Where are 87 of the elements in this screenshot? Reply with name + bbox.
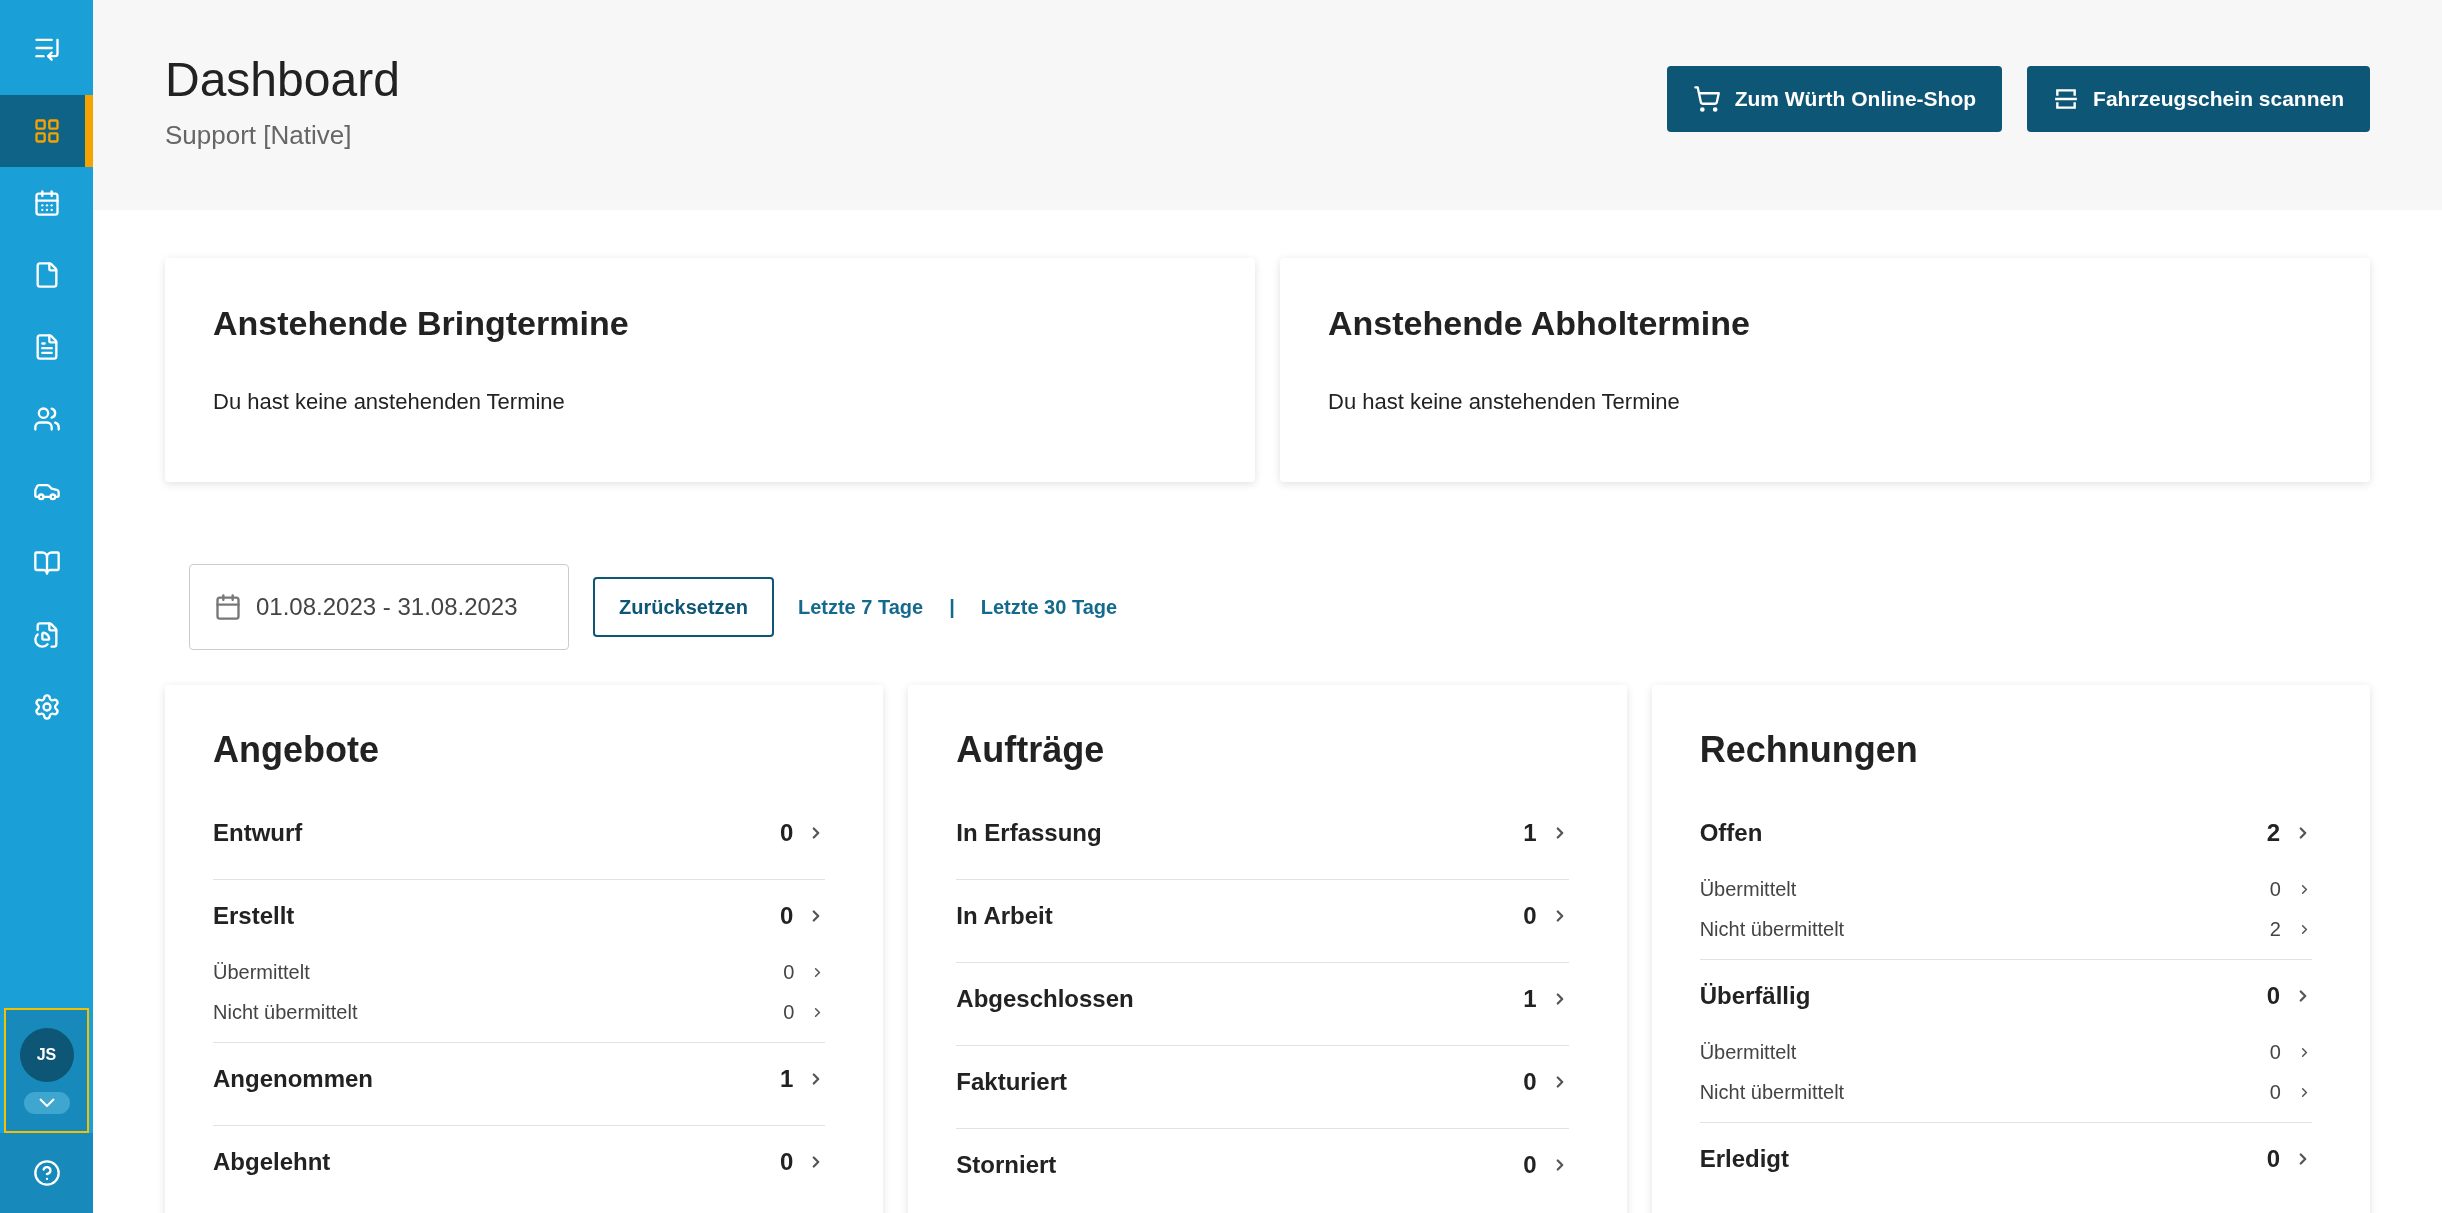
status-label: Fakturiert (956, 1067, 1069, 1097)
status-row[interactable]: Erledigt 0 (1699, 1123, 2312, 1195)
status-label: Erledigt (1699, 1144, 1790, 1174)
status-label: In Arbeit (956, 901, 1054, 931)
scan-button[interactable]: Fahrzeugschein scannen (2027, 66, 2370, 132)
reset-button[interactable]: Zurücksetzen (593, 577, 774, 637)
status-row[interactable]: Erstellt 0 (213, 880, 826, 952)
status-row[interactable]: Überfällig 0 (1699, 960, 2312, 1032)
status-count: 0 (1523, 901, 1537, 931)
sub-status-count: 2 (2269, 917, 2281, 942)
user-avatar[interactable]: JS (19, 1027, 74, 1082)
card-title: Aufträge (956, 728, 1106, 772)
sub-status-row[interactable]: Übermittelt 0 (1699, 869, 2312, 909)
status-count: 0 (2266, 981, 2280, 1011)
sub-status-count: 0 (2269, 877, 2281, 902)
date-range-field[interactable]: 01.08.2023 - 31.08.2023 (189, 564, 569, 650)
status-label: Überfällig (1699, 981, 1812, 1011)
shop-button[interactable]: Zum Würth Online-Shop (1666, 66, 2003, 132)
status-count: 0 (779, 818, 794, 848)
status-row[interactable]: In Erfassung 1 (956, 797, 1569, 869)
report-icon (32, 621, 61, 649)
user-menu[interactable]: JS (4, 1008, 89, 1133)
status-count: 0 (2266, 1144, 2280, 1174)
date-preset-link[interactable]: Letzte 30 Tage (980, 592, 1118, 622)
status-count: 0 (779, 1147, 794, 1177)
status-count: 0 (1523, 1150, 1537, 1180)
scan-icon (2053, 86, 2080, 112)
sub-status-row[interactable]: Nicht übermittelt 0 (213, 992, 826, 1032)
sub-status-row[interactable]: Übermittelt 0 (1699, 1032, 2312, 1072)
status-row[interactable]: Angenommen 1 (213, 1043, 826, 1115)
help-icon (32, 1159, 61, 1187)
users-icon (32, 405, 61, 433)
date-preset-link[interactable]: Letzte 7 Tage (797, 592, 924, 622)
sub-status-row[interactable]: Nicht übermittelt 0 (1699, 1072, 2312, 1112)
status-label: Erstellt (213, 901, 296, 931)
status-row[interactable]: Fakturiert 0 (956, 1046, 1569, 1118)
sub-status-label: Übermittelt (1699, 1040, 1798, 1065)
sub-status-count: 0 (783, 1000, 795, 1025)
sub-status-count: 0 (2269, 1040, 2281, 1065)
help-button[interactable] (0, 1133, 93, 1213)
empty-message: Du hast keine anstehenden Termine (1328, 388, 1681, 416)
status-count: 1 (779, 1064, 794, 1094)
status-label: Entwurf (213, 818, 304, 848)
page-title: Dashboard (165, 52, 400, 108)
sub-status-row[interactable]: Übermittelt 0 (213, 952, 826, 992)
status-label: Angenommen (213, 1064, 374, 1094)
status-row[interactable]: Abgelehnt 0 (213, 1126, 826, 1198)
status-count: 0 (779, 901, 794, 931)
card-title: Angebote (213, 728, 380, 772)
status-row[interactable]: Abgeschlossen 1 (956, 963, 1569, 1035)
status-row[interactable]: Entwurf 0 (213, 797, 826, 869)
status-row[interactable]: Offen 2 (1699, 797, 2312, 869)
card-title: Anstehende Abholtermine (1328, 303, 1751, 344)
date-range-value: 01.08.2023 - 31.08.2023 (256, 592, 518, 622)
sub-status-row[interactable]: Nicht übermittelt 2 (1699, 909, 2312, 949)
status-count: 2 (2266, 818, 2280, 848)
sub-status-label: Nicht übermittelt (1699, 917, 1846, 942)
sub-status-count: 0 (2269, 1080, 2281, 1105)
chevron-down-icon (38, 1098, 55, 1107)
grid-icon (32, 117, 61, 145)
page-subtitle: Support [Native] (165, 119, 353, 152)
status-label: Abgelehnt (213, 1147, 332, 1177)
link-separator: | (949, 595, 955, 620)
sub-status-count: 0 (783, 960, 795, 985)
status-count: 0 (1523, 1067, 1537, 1097)
sub-status-label: Übermittelt (1699, 877, 1798, 902)
expand-button[interactable] (23, 1091, 70, 1114)
sub-status-label: Nicht übermittelt (213, 1000, 359, 1025)
calendar-icon (32, 189, 61, 217)
sidebar-item[interactable] (0, 95, 93, 167)
card-title: Anstehende Bringtermine (213, 303, 630, 344)
empty-message: Du hast keine anstehenden Termine (213, 388, 566, 416)
status-count: 1 (1523, 984, 1537, 1014)
status-row[interactable]: In Arbeit 0 (956, 880, 1569, 952)
settings-icon (32, 693, 61, 721)
cart-icon (1692, 85, 1721, 113)
status-label: Abgeschlossen (956, 984, 1135, 1014)
status-label: In Erfassung (956, 818, 1103, 848)
status-count: 1 (1523, 818, 1537, 848)
status-label: Offen (1699, 818, 1764, 848)
status-row[interactable]: Storniert 0 (956, 1129, 1569, 1201)
card-title: Rechnungen (1699, 728, 1919, 772)
calendar-icon (214, 593, 242, 621)
sub-status-label: Übermittelt (213, 960, 311, 985)
book-icon (32, 549, 61, 577)
sub-status-label: Nicht übermittelt (1699, 1080, 1846, 1105)
status-label: Storniert (956, 1150, 1058, 1180)
